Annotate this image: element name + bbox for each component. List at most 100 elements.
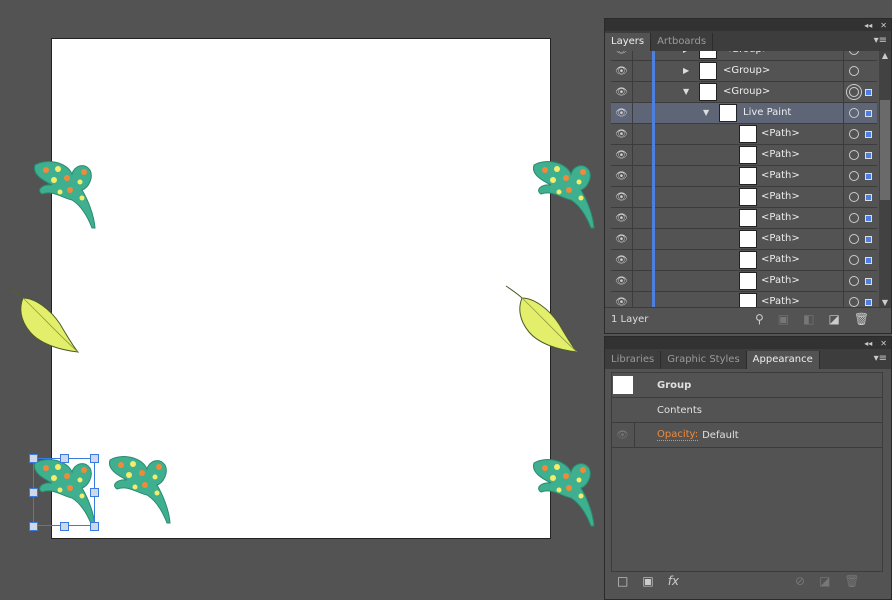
tab-layers[interactable]: Layers	[605, 33, 652, 51]
expanded-triangle-icon[interactable]: ▼	[683, 87, 689, 96]
selection-square-icon[interactable]	[865, 110, 872, 117]
target-circle-icon[interactable]	[849, 171, 859, 181]
leaf-yellow[interactable]	[5, 284, 80, 354]
layer-name[interactable]: <Path>	[761, 170, 800, 181]
expanded-triangle-icon[interactable]: ▼	[703, 108, 709, 117]
clear-appearance-icon[interactable]: ⊘	[795, 574, 805, 588]
tab-graphic-styles[interactable]: Graphic Styles	[661, 351, 747, 369]
handle[interactable]	[29, 488, 38, 497]
target-circle-icon[interactable]	[849, 150, 859, 160]
layer-row[interactable]: 👁 <Path>	[611, 124, 877, 145]
handle[interactable]	[60, 454, 69, 463]
layer-name[interactable]: <Path>	[761, 233, 800, 244]
leaf-yellow[interactable]	[504, 284, 579, 354]
layer-row[interactable]: 👁 ▶ <Group>	[611, 51, 877, 61]
visibility-eye-icon[interactable]: 👁	[611, 423, 635, 447]
handle[interactable]	[29, 454, 38, 463]
target-circle-icon[interactable]	[849, 276, 859, 286]
target-circle-icon[interactable]	[849, 66, 859, 76]
selection-square-icon[interactable]	[865, 194, 872, 201]
layer-row[interactable]: 👁 ▼ <Group>	[611, 82, 877, 103]
visibility-eye-icon[interactable]: 👁	[611, 187, 633, 207]
visibility-eye-icon[interactable]: 👁	[611, 292, 633, 307]
target-circle-icon[interactable]	[849, 234, 859, 244]
visibility-eye-icon[interactable]: 👁	[611, 103, 633, 123]
search-icon[interactable]: ⚲	[755, 312, 764, 326]
add-fill-icon[interactable]: ▣	[642, 574, 653, 588]
fx-button[interactable]: fx	[668, 574, 679, 588]
layer-row[interactable]: 👁 <Path>	[611, 166, 877, 187]
visibility-eye-icon[interactable]: 👁	[611, 61, 633, 81]
make-clipping-mask-icon[interactable]: ▣	[778, 312, 789, 326]
tab-appearance[interactable]: Appearance	[746, 351, 820, 369]
new-sublayer-icon[interactable]: ◧	[803, 312, 814, 326]
layer-name[interactable]: <Path>	[761, 275, 800, 286]
layer-name[interactable]: <Path>	[761, 128, 800, 139]
selection-square-icon[interactable]	[865, 278, 872, 285]
target-circle-icon[interactable]	[849, 51, 859, 55]
layer-name[interactable]: <Path>	[761, 149, 800, 160]
visibility-eye-icon[interactable]: 👁	[611, 145, 633, 165]
handle[interactable]	[90, 488, 99, 497]
duplicate-item-icon[interactable]: ◪	[819, 574, 830, 588]
collapsed-triangle-icon[interactable]: ▶	[683, 66, 689, 75]
layer-name[interactable]: <Path>	[761, 191, 800, 202]
layer-name[interactable]: <Group>	[723, 86, 770, 97]
close-icon[interactable]: ✕	[880, 339, 887, 348]
visibility-eye-icon[interactable]: 👁	[611, 229, 633, 249]
visibility-eye-icon[interactable]: 👁	[611, 250, 633, 270]
target-circle-icon[interactable]	[849, 87, 859, 97]
layer-name[interactable]: <Path>	[761, 212, 800, 223]
layer-name[interactable]: <Group>	[723, 51, 770, 55]
selection-square-icon[interactable]	[865, 299, 872, 306]
target-circle-icon[interactable]	[849, 108, 859, 118]
scroll-down-icon[interactable]: ▼	[879, 298, 891, 307]
add-stroke-icon[interactable]: □	[617, 574, 628, 588]
layer-name[interactable]: <Path>	[761, 296, 800, 307]
layer-name[interactable]: <Group>	[723, 65, 770, 76]
visibility-eye-icon[interactable]: 👁	[611, 208, 633, 228]
collapse-icon[interactable]: ◂◂	[864, 21, 872, 30]
selection-square-icon[interactable]	[865, 257, 872, 264]
visibility-eye-icon[interactable]: 👁	[611, 271, 633, 291]
selection-square-icon[interactable]	[865, 215, 872, 222]
visibility-eye-icon[interactable]: 👁	[611, 82, 633, 102]
leaf-green[interactable]	[531, 458, 596, 528]
scroll-up-icon[interactable]: ▲	[879, 51, 891, 60]
layer-row[interactable]: 👁 <Path>	[611, 187, 877, 208]
handle[interactable]	[90, 522, 99, 531]
opacity-link[interactable]: Opacity:	[657, 429, 699, 441]
close-icon[interactable]: ✕	[880, 21, 887, 30]
handle[interactable]	[29, 522, 38, 531]
layer-row[interactable]: 👁 <Path>	[611, 292, 877, 307]
target-circle-icon[interactable]	[849, 255, 859, 265]
leaf-green[interactable]	[531, 160, 596, 230]
target-circle-icon[interactable]	[849, 297, 859, 307]
selection-square-icon[interactable]	[865, 236, 872, 243]
layer-row[interactable]: 👁 <Path>	[611, 229, 877, 250]
layer-row[interactable]: 👁 <Path>	[611, 250, 877, 271]
visibility-eye-icon[interactable]: 👁	[611, 124, 633, 144]
selection-bounding-box[interactable]	[29, 454, 99, 531]
collapse-icon[interactable]: ◂◂	[864, 339, 872, 348]
opacity-row[interactable]: 👁 Opacity: Default	[611, 423, 883, 448]
selection-square-icon[interactable]	[865, 89, 872, 96]
new-layer-icon[interactable]: ◪	[828, 312, 839, 326]
collapsed-triangle-icon[interactable]: ▶	[683, 51, 689, 54]
target-circle-icon[interactable]	[849, 192, 859, 202]
selection-square-icon[interactable]	[865, 131, 872, 138]
panel-menu-icon[interactable]: ▾≡	[874, 353, 887, 364]
layer-name[interactable]: <Path>	[761, 254, 800, 265]
target-circle-icon[interactable]	[849, 213, 859, 223]
leaf-green[interactable]	[32, 160, 97, 230]
layer-row[interactable]: 👁 ▼ Live Paint	[611, 103, 877, 124]
handle[interactable]	[90, 454, 99, 463]
selection-square-icon[interactable]	[865, 173, 872, 180]
layer-row[interactable]: 👁 <Path>	[611, 145, 877, 166]
leaf-green[interactable]	[107, 455, 172, 525]
delete-item-icon[interactable]: 🗑	[844, 574, 859, 588]
layer-row[interactable]: 👁 <Path>	[611, 271, 877, 292]
visibility-eye-icon[interactable]: 👁	[611, 166, 633, 186]
target-circle-icon[interactable]	[849, 129, 859, 139]
scroll-thumb[interactable]	[880, 100, 890, 200]
